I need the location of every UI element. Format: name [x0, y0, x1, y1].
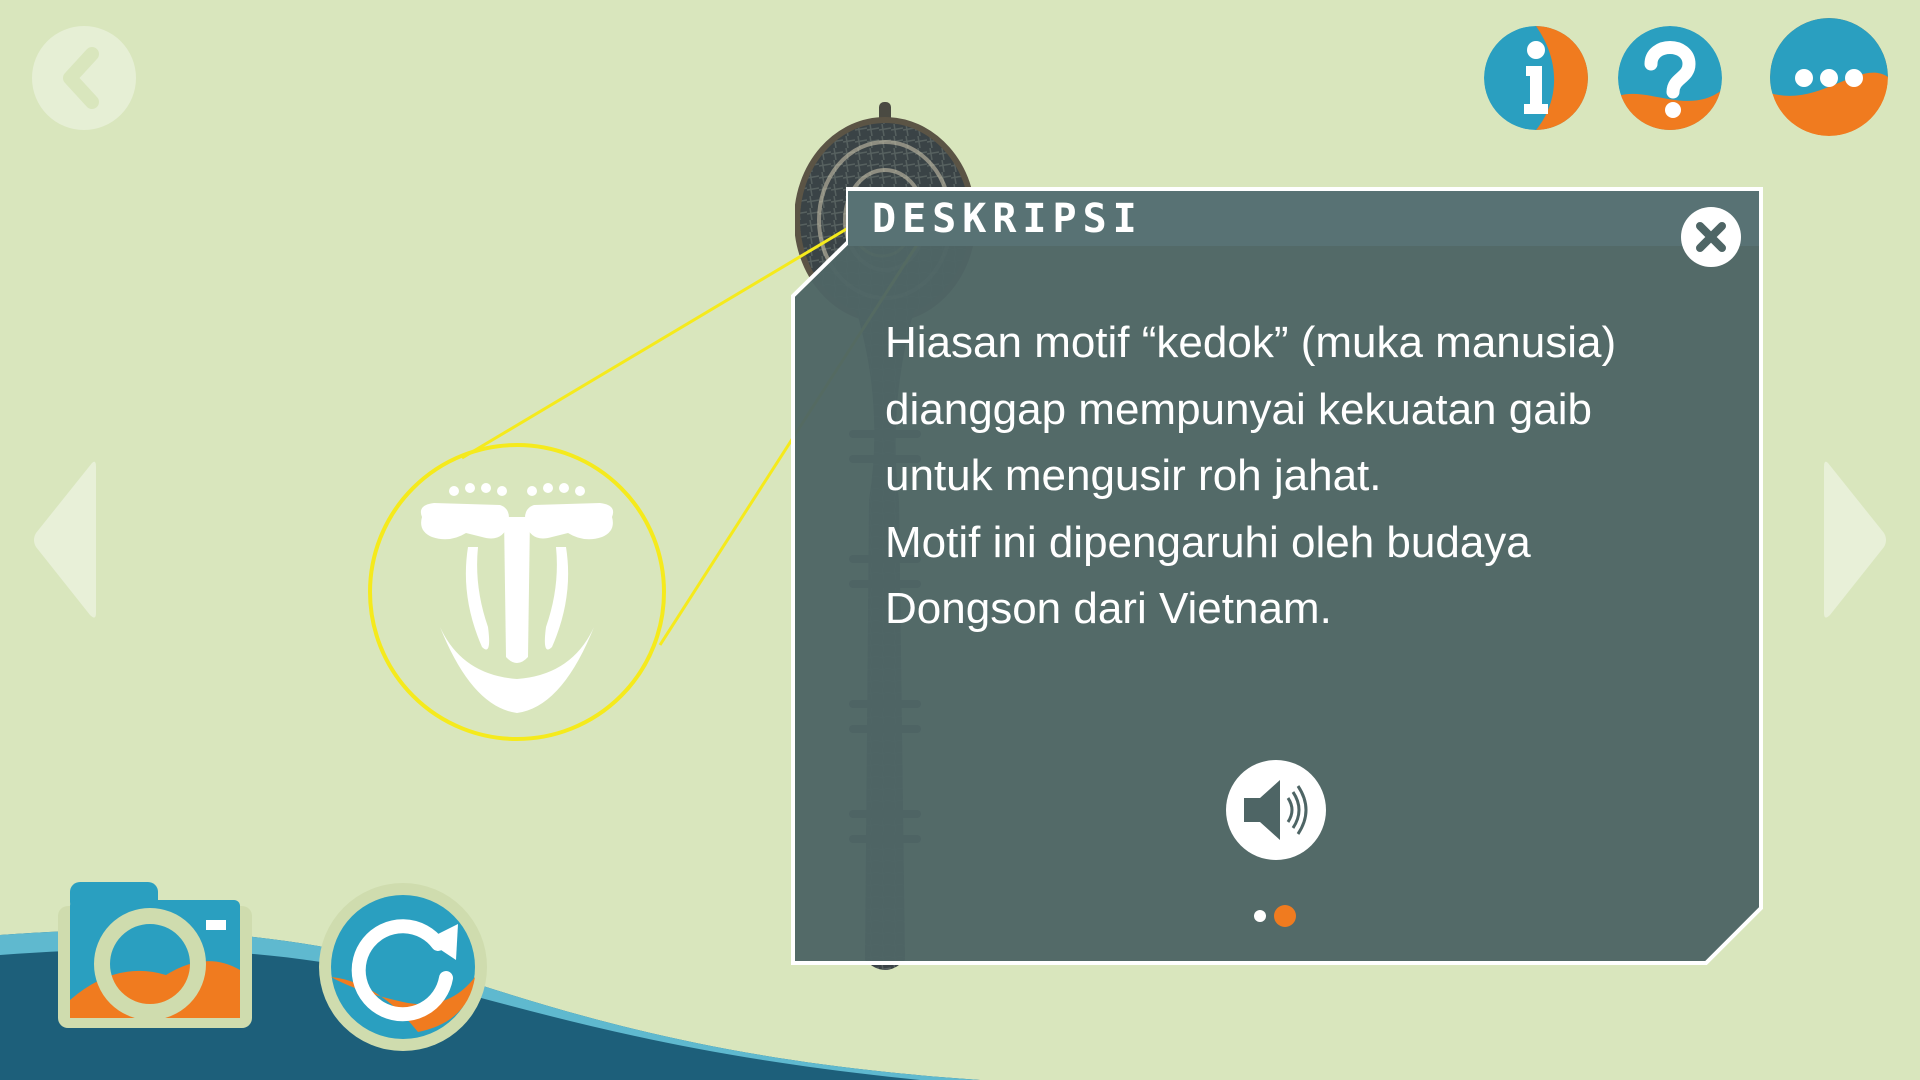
close-button[interactable] [1680, 206, 1742, 268]
camera-button[interactable] [56, 880, 254, 1030]
motif-zoom-circle [368, 443, 666, 741]
page-indicator [1252, 904, 1312, 928]
close-icon [1681, 207, 1741, 267]
description-paragraph-2: Motif ini dipengaruhi oleh budaya Dongso… [885, 517, 1531, 634]
description-text: Hiasan motif “kedok” (muka manusia) dian… [885, 310, 1685, 643]
panel-title: DESKRIPSI [872, 196, 1143, 242]
speaker-icon [1226, 760, 1326, 860]
rotate-icon [319, 883, 487, 1051]
mask-motif-icon [420, 483, 614, 713]
description-panel: DESKRIPSI Hiasan motif “kedok” (muka man… [790, 186, 1764, 966]
description-paragraph-1: Hiasan motif “kedok” (muka manusia) dian… [885, 318, 1617, 500]
rotate-button[interactable] [318, 882, 488, 1052]
page-dot-2-active[interactable] [1274, 905, 1296, 927]
camera-icon [58, 882, 252, 1028]
audio-button[interactable] [1224, 758, 1328, 862]
page-dot-1[interactable] [1254, 910, 1266, 922]
